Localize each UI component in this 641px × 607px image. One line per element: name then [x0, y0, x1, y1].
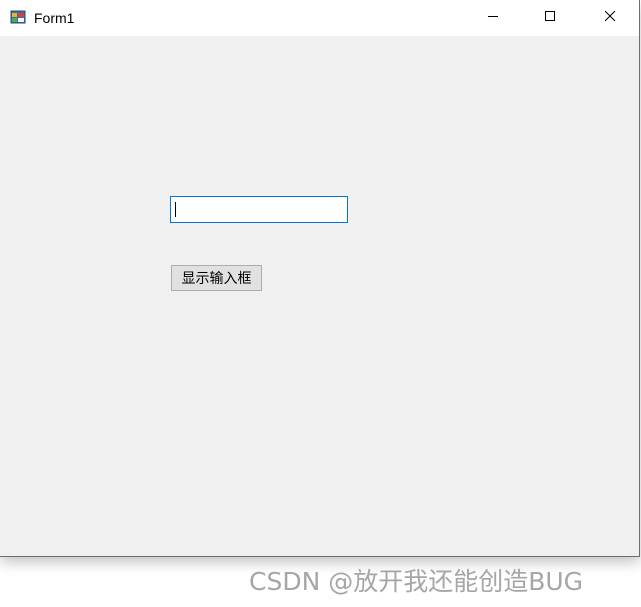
text-input[interactable]	[170, 196, 348, 223]
csdn-watermark: CSDN @放开我还能创造BUG	[249, 567, 584, 596]
minimize-icon	[487, 9, 499, 27]
form-client-area: 显示输入框	[0, 36, 639, 556]
window-title: Form1	[34, 10, 75, 26]
text-caret	[175, 202, 176, 217]
close-icon	[604, 9, 616, 27]
title-bar[interactable]: Form1	[0, 0, 639, 36]
form-window: Form1 显示输入框	[0, 0, 640, 557]
maximize-icon	[544, 9, 556, 27]
maximize-button[interactable]	[527, 0, 573, 36]
minimize-button[interactable]	[470, 0, 516, 36]
show-input-box-button[interactable]: 显示输入框	[171, 265, 262, 291]
close-button[interactable]	[587, 0, 633, 36]
winforms-app-icon	[10, 9, 26, 25]
